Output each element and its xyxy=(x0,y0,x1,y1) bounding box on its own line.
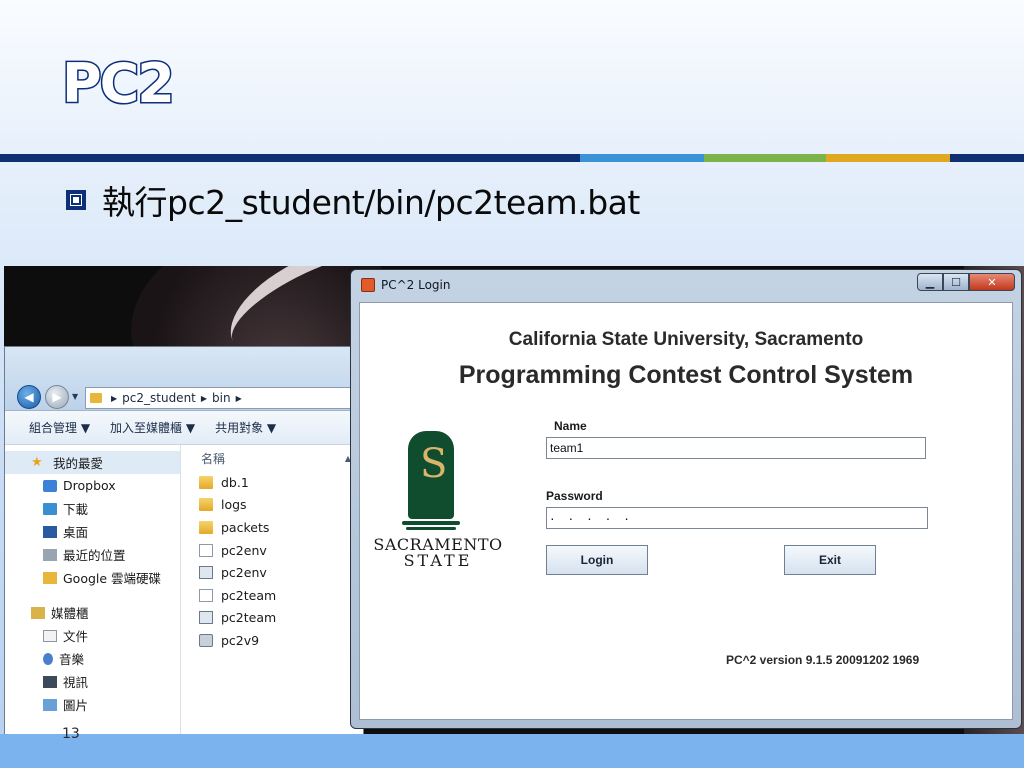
system-heading: Programming Contest Control System xyxy=(458,361,914,389)
version-text: PC^2 version 9.1.5 20091202 1969 xyxy=(726,653,920,667)
maximize-icon[interactable]: ☐ xyxy=(943,273,969,291)
logo-flame-icon: S xyxy=(420,441,448,487)
folder-icon xyxy=(199,520,213,534)
rule-accent-gold xyxy=(826,154,950,162)
page-number: 13 xyxy=(62,726,80,742)
file-item[interactable]: pc2v9 xyxy=(199,629,363,652)
exit-button[interactable]: Exit xyxy=(784,545,876,575)
nav-item-libraries[interactable]: 媒體櫃 xyxy=(5,601,180,624)
logo-wave xyxy=(402,521,460,525)
java-icon xyxy=(361,278,375,292)
explorer-toolbar: 組合管理 ▼ 加入至媒體櫃 ▼ 共用對象 ▼ xyxy=(5,411,363,445)
organize-menu[interactable]: 組合管理 ▼ xyxy=(29,419,90,436)
pictures-icon xyxy=(43,698,57,711)
window-title: PC^2 Login xyxy=(381,278,451,292)
nav-item-desktop[interactable]: 桌面 xyxy=(5,520,180,543)
file-explorer-window: ◀ ▶ ▼ ▶ pc2_student ▶ bin ▶ 組合管理 ▼ 加入至媒體… xyxy=(4,346,365,734)
password-label: Password xyxy=(546,489,603,503)
desktop-screenshot: ◀ ▶ ▼ ▶ pc2_student ▶ bin ▶ 組合管理 ▼ 加入至媒體… xyxy=(4,266,1024,734)
rule-accent-blue xyxy=(580,154,704,162)
breadcrumb-separator-icon[interactable]: ▶ xyxy=(111,394,117,403)
pc2-login-window: PC^2 Login ▁ ☐ ✕ California State Univer… xyxy=(350,269,1022,729)
file-icon xyxy=(199,543,213,557)
minimize-icon[interactable]: ▁ xyxy=(917,273,943,291)
window-controls: ▁ ☐ ✕ xyxy=(917,273,1015,291)
file-item[interactable]: pc2env xyxy=(199,561,363,584)
video-icon xyxy=(43,675,57,688)
file-item[interactable]: packets xyxy=(199,516,363,539)
file-item[interactable]: pc2env xyxy=(199,539,363,562)
file-item[interactable]: pc2team xyxy=(199,584,363,607)
nav-item-music[interactable]: 音樂 xyxy=(5,647,180,670)
rule-accent-green xyxy=(704,154,826,162)
square-bullet-icon xyxy=(66,190,86,210)
star-icon: ★ xyxy=(31,455,43,470)
slide-title: PC2 xyxy=(61,51,177,117)
sacramento-state-logo: S SACRAMENTO STATE xyxy=(368,431,508,571)
logo-text-state: STATE xyxy=(403,551,473,570)
dropbox-icon xyxy=(43,479,57,492)
nav-item-downloads[interactable]: 下載 xyxy=(5,497,180,520)
nav-item-dropbox[interactable]: Dropbox xyxy=(5,474,180,497)
bullet-text: 執行pc2_student/bin/pc2team.bat xyxy=(102,183,640,222)
history-dropdown-icon[interactable]: ▼ xyxy=(72,392,78,401)
nav-item-pictures[interactable]: 圖片 xyxy=(5,693,180,716)
desktop-icon xyxy=(43,525,57,538)
nav-item-videos[interactable]: 視訊 xyxy=(5,670,180,693)
close-icon[interactable]: ✕ xyxy=(969,273,1015,291)
logo-wave xyxy=(406,527,456,530)
breadcrumb-pc2-student[interactable]: pc2_student xyxy=(122,391,196,405)
batch-file-icon xyxy=(199,566,213,580)
navigation-pane: ★ 我的最愛 Dropbox 下載 桌面 最近的位置 Google 雲端硬碟 媒… xyxy=(5,445,181,734)
file-icon xyxy=(199,588,213,602)
google-drive-icon xyxy=(43,571,57,584)
explorer-chrome: ◀ ▶ ▼ ▶ pc2_student ▶ bin ▶ xyxy=(5,347,365,411)
title-bar[interactable]: PC^2 Login ▁ ☐ ✕ xyxy=(351,270,1021,300)
file-item[interactable]: pc2team xyxy=(199,607,363,630)
share-with-menu[interactable]: 共用對象 ▼ xyxy=(215,419,276,436)
forward-arrow-icon[interactable]: ▶ xyxy=(45,385,69,409)
nav-item-favorites[interactable]: ★ 我的最愛 xyxy=(5,451,180,474)
batch-file-icon xyxy=(199,611,213,625)
name-label: Name xyxy=(554,419,587,433)
file-item[interactable]: db.1 xyxy=(199,471,363,494)
recent-places-icon xyxy=(43,548,57,561)
folder-icon xyxy=(199,475,213,489)
column-header-name[interactable]: 名稱 ▲ xyxy=(199,445,363,471)
file-list-pane: 名稱 ▲ db.1 logs packets pc2env pc2env pc2… xyxy=(181,445,363,734)
footer-band xyxy=(0,734,1024,768)
back-arrow-icon[interactable]: ◀ xyxy=(17,385,41,409)
bullet-row: 執行pc2_student/bin/pc2team.bat xyxy=(66,176,640,224)
breadcrumb-separator-icon[interactable]: ▶ xyxy=(236,394,242,403)
file-item[interactable]: logs xyxy=(199,494,363,517)
libraries-icon xyxy=(31,606,45,619)
music-icon xyxy=(43,652,53,665)
add-to-library-menu[interactable]: 加入至媒體櫃 ▼ xyxy=(110,419,195,436)
password-field[interactable]: · · · · · xyxy=(546,507,928,529)
login-panel: California State University, Sacramento … xyxy=(359,302,1013,720)
login-button[interactable]: Login xyxy=(546,545,648,575)
nav-item-recent-places[interactable]: 最近的位置 xyxy=(5,543,180,566)
explorer-body: ★ 我的最愛 Dropbox 下載 桌面 最近的位置 Google 雲端硬碟 媒… xyxy=(5,445,363,734)
documents-icon xyxy=(43,629,57,642)
address-bar[interactable]: ▶ pc2_student ▶ bin ▶ xyxy=(85,387,365,409)
university-heading: California State University, Sacramento xyxy=(508,329,864,350)
name-field[interactable]: team1 xyxy=(546,437,926,459)
breadcrumb-separator-icon[interactable]: ▶ xyxy=(201,394,207,403)
folder-icon xyxy=(90,393,102,403)
folder-icon xyxy=(199,498,213,512)
jar-file-icon xyxy=(199,633,213,647)
breadcrumb-bin[interactable]: bin xyxy=(212,391,231,405)
nav-item-documents[interactable]: 文件 xyxy=(5,624,180,647)
nav-item-google-drive[interactable]: Google 雲端硬碟 xyxy=(5,566,180,589)
downloads-icon xyxy=(43,502,57,515)
